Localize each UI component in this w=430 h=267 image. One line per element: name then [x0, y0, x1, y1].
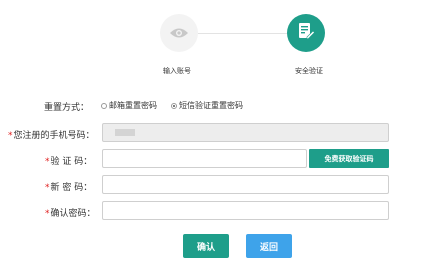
radio-email-reset[interactable]: 邮箱重置密码 [101, 100, 157, 111]
required-mark: * [45, 183, 50, 193]
required-mark: * [45, 209, 50, 219]
code-label: *验 证 码： [45, 154, 92, 167]
confirm-button[interactable]: 确认 [183, 234, 229, 258]
reset-method-label: 重置方式： [44, 103, 90, 113]
phone-label: *您注册的手机号码： [8, 128, 95, 141]
step-2-circle [287, 14, 325, 52]
reset-method-radio-group: 邮箱重置密码 短信验证重置密码 [101, 100, 257, 111]
radio-button-checked[interactable] [171, 102, 177, 109]
step-connector [198, 33, 287, 34]
new-password-label-text: 新 密 码： [50, 183, 93, 193]
phone-label-text: 您注册的手机号码： [13, 131, 95, 141]
code-label-text: 验 证 码： [50, 157, 93, 167]
step-2-label: 安全验证 [295, 67, 323, 75]
verification-code-input[interactable] [102, 149, 307, 168]
radio-sms-reset-label: 短信验证重置密码 [179, 101, 243, 110]
required-mark: * [8, 131, 13, 141]
step-1-label: 输入账号 [163, 67, 191, 75]
back-button[interactable]: 返回 [246, 234, 292, 258]
radio-sms-reset[interactable]: 短信验证重置密码 [171, 100, 243, 111]
get-code-button[interactable]: 免费获取验证码 [309, 149, 389, 168]
confirm-password-label-text: 确认密码： [50, 209, 96, 219]
step-1-circle [160, 14, 198, 52]
radio-button[interactable] [101, 102, 107, 109]
confirm-password-label: *确认密码： [45, 206, 96, 219]
new-password-label: *新 密 码： [45, 180, 92, 193]
document-edit-icon [297, 22, 315, 44]
radio-email-reset-label: 邮箱重置密码 [109, 101, 157, 110]
new-password-input[interactable] [102, 175, 389, 194]
phone-input[interactable] [102, 123, 389, 142]
required-mark: * [45, 157, 50, 167]
confirm-password-input[interactable] [102, 201, 389, 220]
masked-phone-value [115, 129, 135, 136]
eye-icon [169, 24, 189, 43]
step-indicator: 输入账号 安全验证 [0, 0, 430, 80]
